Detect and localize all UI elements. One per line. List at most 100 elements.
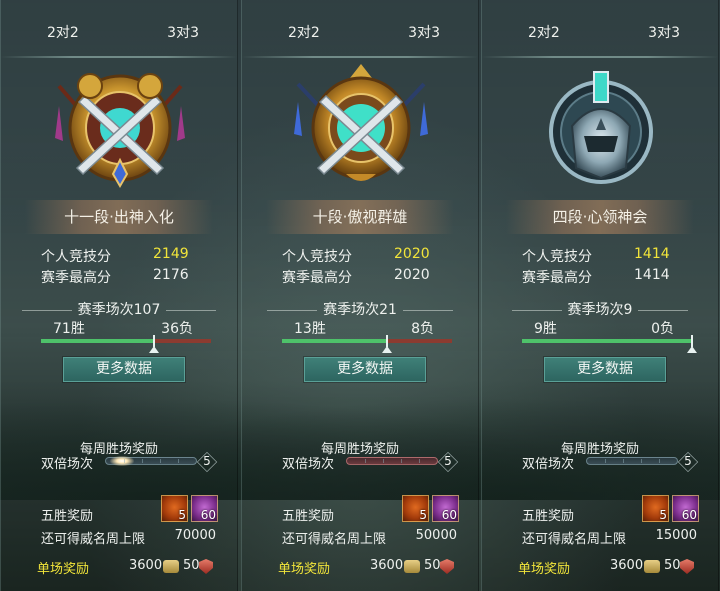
- personal-score-value: 1414: [634, 246, 670, 262]
- season-matches-text: 赛季场次21: [323, 302, 397, 318]
- more-data-button[interactable]: 更多数据: [63, 357, 185, 382]
- personal-score-value: 2149: [153, 246, 189, 262]
- wins-count: 9胜: [534, 321, 557, 337]
- purple-potion-icon[interactable]: 60: [191, 495, 218, 522]
- potion-count: 60: [681, 508, 697, 522]
- five-win-label: 五胜奖励: [282, 509, 335, 524]
- losses-count: 8负: [411, 321, 434, 337]
- season-matches-text: 赛季场次107: [77, 302, 161, 318]
- tab-2v2[interactable]: 2对2: [47, 22, 79, 42]
- weekly-limit-value: 50000: [415, 528, 457, 543]
- tab-2v2[interactable]: 2对2: [288, 22, 320, 42]
- more-data-button[interactable]: 更多数据: [544, 357, 666, 382]
- coin-icon: [404, 560, 420, 573]
- personal-score-value: 2020: [394, 246, 430, 262]
- weekly-limit-value: 70000: [174, 528, 216, 543]
- potion-count: 60: [441, 508, 457, 522]
- ornament-left: [21, 309, 72, 311]
- bar-segment: [142, 459, 143, 463]
- single-match-label: 单场奖励: [37, 562, 90, 577]
- double-matches-bar: [586, 457, 678, 465]
- bar-segment: [641, 459, 642, 463]
- season-matches: 赛季场次107: [1, 299, 237, 319]
- bar-segment: [659, 459, 660, 463]
- rank-panel-1: 2对2 3对3 十一段·出神入化 个人竞技分 2149 赛季最高分 2176 赛…: [0, 0, 238, 591]
- season-matches-text: 赛季场次9: [567, 302, 633, 318]
- ornament-right: [166, 309, 217, 311]
- wins-count: 71胜: [53, 321, 85, 337]
- five-win-reward-row: 五胜奖励 5 60: [282, 495, 462, 527]
- treasure-chest-icon[interactable]: 5: [161, 495, 188, 522]
- double-matches-label: 双倍场次: [282, 457, 335, 472]
- bar-segment: [605, 459, 606, 463]
- ornament-left: [511, 309, 562, 311]
- double-matches-bar: [346, 457, 438, 465]
- double-matches-count: 5: [438, 452, 458, 470]
- bar-segment: [178, 459, 179, 463]
- rank-panel-3: 2对2 3对3 四段·心领神会 个人竞技分 1414 赛季最高分 1414 赛季…: [481, 0, 719, 591]
- double-matches-count: 5: [678, 452, 698, 470]
- single-match-reward-row: 单场奖励 3600 50: [37, 557, 223, 577]
- season-high-label: 赛季最高分: [41, 270, 111, 286]
- single-match-reward-row: 单场奖励 3600 50: [278, 557, 464, 577]
- shield-badge-icon: [199, 559, 213, 574]
- win-bar-pointer-icon: [382, 346, 393, 353]
- season-high-value: 2176: [153, 267, 189, 283]
- weekly-limit-label: 还可得威名周上限: [522, 532, 627, 547]
- shield-badge-icon: [440, 559, 454, 574]
- coin-icon: [163, 560, 179, 573]
- personal-score-label: 个人竞技分: [522, 249, 592, 265]
- personal-score-label: 个人竞技分: [282, 249, 352, 265]
- single-match-reward-row: 单场奖励 3600 50: [518, 557, 704, 577]
- chest-count: 5: [659, 508, 667, 522]
- season-matches: 赛季场次21: [242, 299, 478, 319]
- treasure-chest-icon[interactable]: 5: [642, 495, 669, 522]
- tab-2v2[interactable]: 2对2: [528, 22, 560, 42]
- bar-segment: [365, 459, 366, 463]
- single-match-label: 单场奖励: [278, 562, 331, 577]
- win-bar-fill: [522, 339, 692, 343]
- single-reward-value-2: 50: [183, 558, 200, 573]
- five-win-label: 五胜奖励: [522, 509, 575, 524]
- win-bar-pointer-icon: [687, 346, 697, 353]
- weekly-limit-row: 还可得威名周上限 70000: [41, 528, 221, 547]
- single-reward-value-1: 3600: [370, 558, 404, 573]
- season-high-label: 赛季最高分: [282, 270, 352, 286]
- bar-segment: [419, 459, 420, 463]
- purple-potion-icon[interactable]: 60: [672, 495, 699, 522]
- tab-3v3[interactable]: 3对3: [408, 22, 440, 42]
- purple-potion-icon[interactable]: 60: [432, 495, 459, 522]
- coin-icon: [644, 560, 660, 573]
- season-high-label: 赛季最高分: [522, 270, 592, 286]
- ornament-left: [267, 309, 318, 311]
- mode-tabs: 2对2 3对3: [1, 14, 237, 58]
- win-bar-fill: [282, 339, 388, 343]
- double-matches-row: 双倍场次 5: [522, 452, 712, 472]
- weekly-limit-label: 还可得威名周上限: [282, 532, 387, 547]
- crossed-swords-gold-emblem-icon: [55, 73, 185, 188]
- season-high-value: 1414: [634, 267, 670, 283]
- double-matches-bar: [105, 456, 197, 466]
- win-loss-bar: [522, 335, 697, 353]
- potion-count: 60: [200, 508, 216, 522]
- win-bar-fill: [41, 339, 154, 343]
- tab-3v3[interactable]: 3对3: [648, 22, 680, 42]
- ornament-right: [638, 309, 689, 311]
- five-win-label: 五胜奖励: [41, 509, 94, 524]
- rank-title: 四段·心领神会: [506, 200, 694, 234]
- double-matches-count: 5: [197, 452, 217, 470]
- season-matches: 赛季场次9: [482, 299, 718, 319]
- chest-count: 5: [419, 508, 427, 522]
- mode-tabs: 2对2 3对3: [242, 14, 478, 58]
- bar-segment: [401, 459, 402, 463]
- treasure-chest-icon[interactable]: 5: [402, 495, 429, 522]
- bar-segment: [383, 459, 384, 463]
- double-matches-row: 双倍场次 5: [41, 452, 231, 472]
- tab-3v3[interactable]: 3对3: [167, 22, 199, 42]
- win-loss-bar: [282, 335, 452, 353]
- single-reward-value-2: 50: [424, 558, 441, 573]
- win-bar-pointer-icon: [148, 346, 159, 353]
- more-data-button[interactable]: 更多数据: [304, 357, 426, 382]
- win-loss-bar: [41, 335, 211, 353]
- double-matches-row: 双倍场次 5: [282, 452, 472, 472]
